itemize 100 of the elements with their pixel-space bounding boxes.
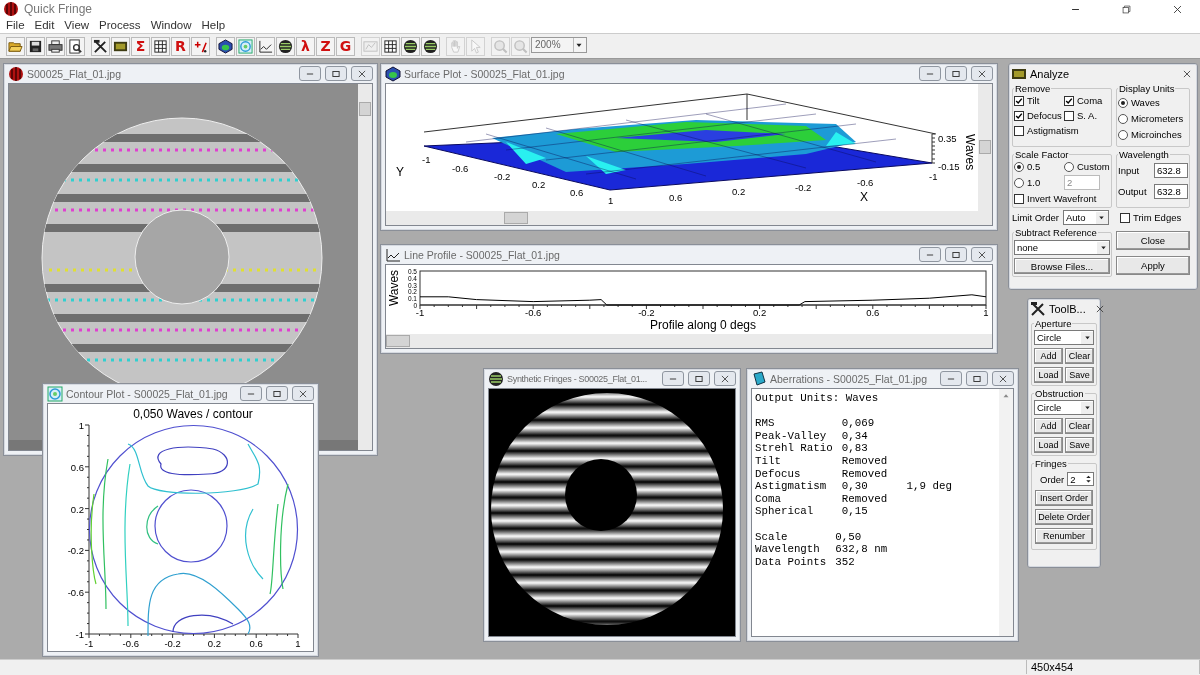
scrollbar[interactable] xyxy=(386,211,978,225)
browse-button[interactable]: Browse Files... xyxy=(1014,258,1110,274)
maximize-icon xyxy=(951,249,961,260)
checkbox-label: Trim Edges xyxy=(1133,212,1182,223)
menu-item[interactable]: File xyxy=(1,18,30,33)
toolbar-button[interactable] xyxy=(421,36,440,56)
aberration-value: 352 xyxy=(835,555,856,569)
field-label: Order xyxy=(1040,473,1065,485)
aberration-label: Strehl Ratio xyxy=(755,442,834,455)
printer-icon xyxy=(48,38,63,54)
tool-button[interactable]: Clear xyxy=(1065,418,1094,434)
field-label: Limit Order xyxy=(1012,212,1059,223)
maximize-button[interactable] xyxy=(945,247,967,262)
toolbar-button[interactable] xyxy=(111,36,130,56)
radio-button[interactable] xyxy=(1118,113,1128,124)
aberration-value: 0,069 xyxy=(841,417,876,430)
restore-icon xyxy=(1120,3,1132,15)
menu-item[interactable]: Help xyxy=(196,18,231,33)
maximize-button[interactable] xyxy=(966,371,988,386)
caret-icon xyxy=(1097,213,1107,222)
checkbox[interactable] xyxy=(1120,212,1130,223)
input-field[interactable]: 632.8 xyxy=(1154,184,1188,199)
checkbox[interactable] xyxy=(1014,193,1024,204)
aberration-value: 0,15 xyxy=(841,505,869,518)
close-button[interactable] xyxy=(714,371,736,386)
maximize-button[interactable] xyxy=(945,66,967,81)
close-button[interactable] xyxy=(971,66,993,81)
dropdown[interactable]: Circle xyxy=(1034,330,1094,345)
maximize-button[interactable] xyxy=(266,386,288,401)
tool-button[interactable]: Delete Order xyxy=(1035,509,1093,525)
checkbox[interactable] xyxy=(1064,110,1074,121)
radio-button[interactable] xyxy=(1014,177,1024,188)
dialog-button[interactable]: Apply xyxy=(1116,256,1190,275)
tools-icon xyxy=(1030,300,1046,317)
radio-button[interactable] xyxy=(1118,97,1128,108)
tool-button[interactable]: Add xyxy=(1034,418,1063,434)
scrollbar[interactable] xyxy=(358,84,372,450)
scrollbar[interactable] xyxy=(978,84,992,225)
toolbar-button[interactable] xyxy=(151,36,170,56)
scrollbar[interactable] xyxy=(386,334,992,348)
tool-button[interactable]: Clear xyxy=(1065,348,1094,364)
input-field[interactable]: 632.8 xyxy=(1154,163,1188,178)
dropdown[interactable]: Auto xyxy=(1063,210,1109,225)
toolbar-button[interactable] xyxy=(46,36,65,56)
close-button[interactable] xyxy=(992,371,1014,386)
dropdown[interactable]: none xyxy=(1014,240,1110,255)
toolbar-button[interactable] xyxy=(91,36,110,56)
radio-button[interactable] xyxy=(1014,161,1024,172)
axis-tick-label: 0.2 xyxy=(732,186,746,197)
radio-button[interactable] xyxy=(1118,129,1128,140)
toolbar-button[interactable] xyxy=(66,36,85,56)
hand-icon xyxy=(448,38,463,54)
group-label: Aperture xyxy=(1034,318,1073,329)
dialog-button[interactable]: Close xyxy=(1116,231,1190,250)
close-icon xyxy=(1171,3,1183,15)
striped-ball-icon xyxy=(423,38,438,54)
toolbar-button[interactable] xyxy=(276,36,295,56)
toolbar-button[interactable] xyxy=(381,36,400,56)
field-label: Input xyxy=(1118,165,1140,176)
menu-item[interactable]: Window xyxy=(145,18,197,33)
group-label: Subtract Reference xyxy=(1014,227,1098,238)
close-button[interactable] xyxy=(351,66,373,81)
checkbox-label: Coma xyxy=(1077,95,1103,106)
line-chart-icon xyxy=(258,38,273,54)
toolbar-button[interactable]: G xyxy=(336,36,355,56)
maximize-button[interactable] xyxy=(325,66,347,81)
checkbox[interactable] xyxy=(1014,125,1024,136)
toolbar-button[interactable]: Σ xyxy=(131,36,150,56)
menu-item[interactable]: Edit xyxy=(29,18,60,33)
logo-icon xyxy=(8,65,24,82)
toolbar-button[interactable]: R xyxy=(171,36,190,56)
toolbar-button[interactable]: λ xyxy=(296,36,315,56)
tool-button[interactable]: Load xyxy=(1034,367,1063,383)
axis-tick-label: -1 xyxy=(415,307,425,318)
tool-button[interactable]: Insert Order xyxy=(1035,490,1093,506)
checkbox[interactable] xyxy=(1014,95,1024,106)
radio-button[interactable] xyxy=(1064,161,1074,172)
axis-tick-label: 1 xyxy=(295,638,301,649)
toolbar-button[interactable] xyxy=(216,36,235,56)
order-spinner[interactable]: 2 xyxy=(1067,472,1094,486)
toolbar-button[interactable]: Z xyxy=(316,36,335,56)
toolbar-button[interactable] xyxy=(26,36,45,56)
tool-button[interactable]: Save xyxy=(1065,367,1094,383)
dropdown[interactable]: Circle xyxy=(1034,400,1094,415)
menu-item[interactable]: Process xyxy=(94,18,146,33)
tool-button[interactable]: Load xyxy=(1034,437,1063,453)
checkbox[interactable] xyxy=(1014,110,1024,121)
tool-button[interactable]: Renumber xyxy=(1035,528,1093,544)
group-label: Wavelength xyxy=(1118,149,1170,160)
scrollbar[interactable] xyxy=(999,389,1013,636)
axis-tick-label: 0.35 xyxy=(938,133,957,144)
checkbox[interactable] xyxy=(1064,95,1074,106)
toolbar-button[interactable] xyxy=(401,36,420,56)
close-button[interactable] xyxy=(292,386,314,401)
menu-item[interactable]: View xyxy=(59,18,95,33)
tool-button[interactable]: Save xyxy=(1065,437,1094,453)
maximize-button[interactable] xyxy=(688,371,710,386)
close-button[interactable] xyxy=(971,247,993,262)
aberration-value: 0,30 xyxy=(841,480,869,493)
tool-button[interactable]: Add xyxy=(1034,348,1063,364)
